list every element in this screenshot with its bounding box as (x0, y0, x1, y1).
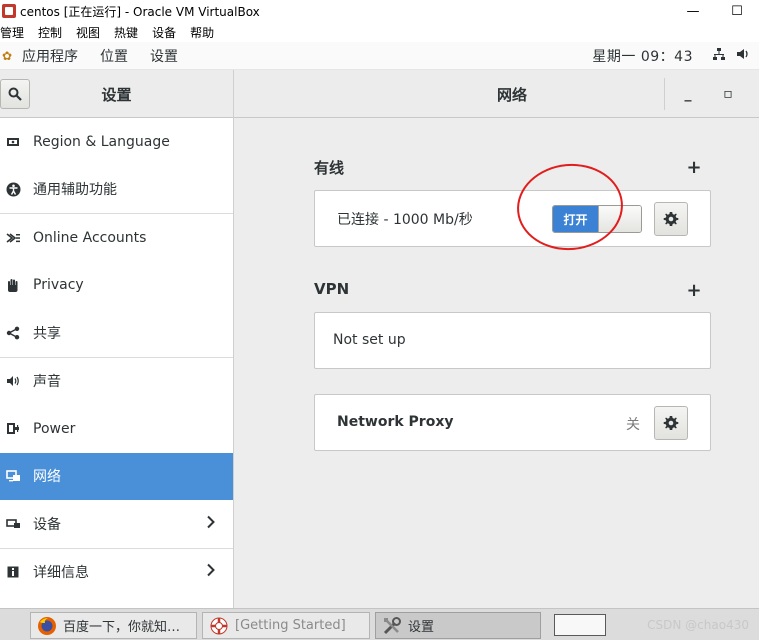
taskbar-item-firefox[interactable]: 百度一下，你就知… (30, 612, 197, 639)
firefox-icon (37, 616, 57, 636)
guest-top-panel: ✿ 应用程序 位置 设置 星期一 09：43 (0, 42, 759, 70)
sidebar-item-online-accounts[interactable]: Online Accounts (0, 214, 233, 262)
sidebar-item-network[interactable]: 网络 (0, 452, 233, 500)
sidebar-item-region[interactable]: Region & Language (0, 118, 233, 166)
taskbar-item-label: [Getting Started] (235, 618, 346, 633)
wired-section-title: 有线 (314, 159, 345, 177)
wired-status: 已连接 - 1000 Mb/秒 (337, 212, 473, 228)
taskbar-item-label: 百度一下，你就知… (63, 620, 181, 635)
host-menu-bar: 管理 控制 视图 热键 设备 帮助 (0, 22, 759, 42)
network-panel: 有线 + 已连接 - 1000 Mb/秒 打开 VPN + Not set up… (234, 118, 759, 608)
sidebar-item-label: 网络 (33, 469, 61, 486)
sidebar-item-sharing[interactable]: 共享 (0, 309, 233, 357)
settings-tools-icon (382, 616, 402, 636)
vpn-empty-text: Not set up (333, 332, 406, 348)
applications-menu[interactable]: 应用程序 (22, 46, 78, 66)
host-menu-manage[interactable]: 管理 (0, 24, 24, 41)
settings-menu[interactable]: 设置 (150, 46, 178, 66)
region-icon (5, 134, 21, 150)
window-restore-button[interactable]: ▫ (716, 82, 740, 106)
sidebar-item-label: Region & Language (33, 133, 170, 150)
wired-connection-card: 已连接 - 1000 Mb/秒 打开 (314, 190, 711, 247)
sidebar-item-label: 设备 (33, 516, 61, 533)
chevron-right-icon (207, 564, 215, 581)
gnome-foot-icon: ✿ (2, 48, 13, 63)
accessibility-icon (5, 181, 21, 197)
host-menu-hotkey[interactable]: 热键 (114, 24, 138, 41)
network-icon[interactable] (711, 47, 727, 65)
host-title-bar: centos [正在运行] - Oracle VM VirtualBox — ☐ (0, 0, 759, 22)
places-menu[interactable]: 位置 (100, 46, 128, 66)
info-icon (5, 564, 21, 580)
sidebar-item-label: 声音 (33, 374, 61, 391)
host-menu-view[interactable]: 视图 (76, 24, 100, 41)
watermark-text: CSDN @chao430 (647, 618, 749, 632)
vpn-section-title: VPN (314, 280, 350, 298)
taskbar-item-help[interactable]: [Getting Started] (202, 612, 370, 639)
vpn-card: Not set up (314, 312, 711, 369)
sidebar-item-sound[interactable]: 声音 (0, 358, 233, 406)
add-vpn-button[interactable]: + (684, 280, 704, 301)
chevron-right-icon (207, 515, 215, 532)
network-proxy-card[interactable]: Network Proxy 关 (314, 394, 711, 451)
gear-icon (663, 212, 679, 226)
host-minimize-button[interactable]: — (671, 0, 715, 22)
panel-clock[interactable]: 星期一 09：43 (592, 46, 693, 66)
virtualbox-icon (2, 4, 16, 18)
sidebar-item-label: 共享 (33, 325, 61, 342)
wired-settings-button[interactable] (654, 202, 688, 236)
gear-icon (663, 416, 679, 430)
devices-icon (5, 516, 21, 532)
share-icon (5, 325, 21, 341)
network-proxy-state: 关 (626, 417, 640, 433)
privacy-hand-icon (5, 277, 21, 293)
add-wired-button[interactable]: + (684, 157, 704, 178)
taskbar-item-settings[interactable]: 设置 (375, 612, 541, 639)
header-separator (664, 78, 665, 110)
sound-icon (5, 373, 21, 389)
sidebar-item-devices[interactable]: 设备 (0, 500, 233, 548)
sidebar-item-label: Online Accounts (33, 229, 147, 246)
proxy-settings-button[interactable] (654, 406, 688, 440)
sidebar-item-label: 通用辅助功能 (33, 182, 117, 199)
sidebar-item-details[interactable]: 详细信息 (0, 549, 233, 597)
sidebar-title: 设置 (101, 85, 132, 104)
online-accounts-icon (5, 230, 21, 246)
search-icon (8, 87, 22, 101)
settings-header-bar: 设置 网络 _ ▫ (0, 70, 759, 118)
sidebar-item-label: Power (33, 420, 76, 437)
host-maximize-button[interactable]: ☐ (715, 0, 759, 22)
window-minimize-button[interactable]: _ (676, 82, 700, 106)
host-menu-help[interactable]: 帮助 (190, 24, 214, 41)
sidebar-item-accessibility[interactable]: 通用辅助功能 (0, 166, 233, 214)
taskbar-item-label: 设置 (408, 620, 435, 635)
sidebar-item-privacy[interactable]: Privacy (0, 262, 233, 310)
guest-taskbar: 百度一下，你就知… [Getting Started] 设置 CSDN @cha… (0, 608, 759, 640)
host-menu-control[interactable]: 控制 (38, 24, 62, 41)
sidebar-item-power[interactable]: Power (0, 405, 233, 453)
help-lifebuoy-icon (209, 616, 229, 636)
sidebar-item-label: 详细信息 (33, 565, 89, 582)
sidebar-item-label: Privacy (33, 277, 84, 294)
host-window-title: centos [正在运行] - Oracle VM VirtualBox (20, 4, 260, 19)
network-icon (5, 468, 21, 484)
host-menu-devices[interactable]: 设备 (152, 24, 176, 41)
network-proxy-label: Network Proxy (337, 414, 454, 430)
workspace-pager[interactable] (554, 614, 606, 636)
power-icon (5, 421, 21, 437)
volume-icon[interactable] (735, 47, 751, 65)
search-button[interactable] (0, 79, 30, 109)
settings-sidebar: Region & Language 通用辅助功能 Online Accounts… (0, 118, 234, 608)
